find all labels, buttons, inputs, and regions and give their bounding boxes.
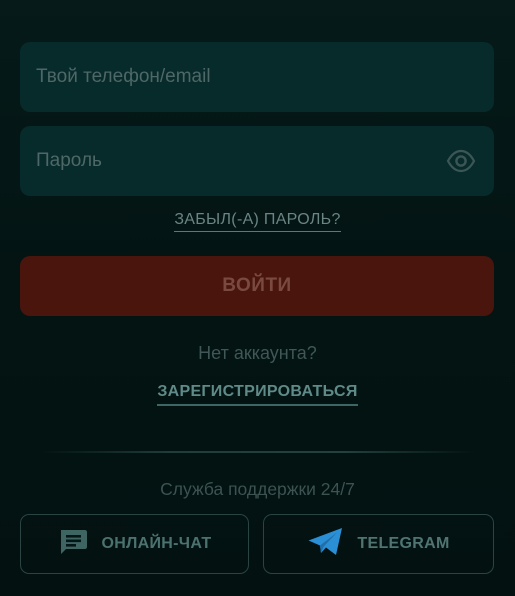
online-chat-label: ОНЛАЙН-ЧАТ <box>101 535 212 552</box>
support-text: Служба поддержки 24/7 <box>160 479 355 499</box>
chat-icon <box>58 528 88 561</box>
login-field[interactable] <box>20 42 494 112</box>
login-button[interactable]: ВОЙТИ <box>20 256 494 316</box>
telegram-label: TELEGRAM <box>357 535 450 552</box>
password-input[interactable] <box>20 126 494 196</box>
forgot-password-row: ЗАБЫЛ(-А) ПАРОЛЬ? <box>0 211 515 232</box>
phone-email-input[interactable] <box>20 42 494 112</box>
divider <box>40 451 475 453</box>
register-link[interactable]: ЗАРЕГИСТРИРОВАТЬСЯ <box>157 383 358 406</box>
no-account-text: Нет аккаунта? <box>198 343 317 363</box>
forgot-password-link[interactable]: ЗАБЫЛ(-А) ПАРОЛЬ? <box>174 211 341 232</box>
password-field[interactable] <box>20 126 494 196</box>
telegram-button[interactable]: TELEGRAM <box>263 514 494 574</box>
show-password-icon[interactable] <box>446 149 476 173</box>
telegram-icon <box>307 527 345 562</box>
online-chat-button[interactable]: ОНЛАЙН-ЧАТ <box>20 514 249 574</box>
register-row: ЗАРЕГИСТРИРОВАТЬСЯ <box>0 383 515 406</box>
login-screen: ЗАБЫЛ(-А) ПАРОЛЬ? ВОЙТИ Нет аккаунта? ЗА… <box>0 0 515 596</box>
